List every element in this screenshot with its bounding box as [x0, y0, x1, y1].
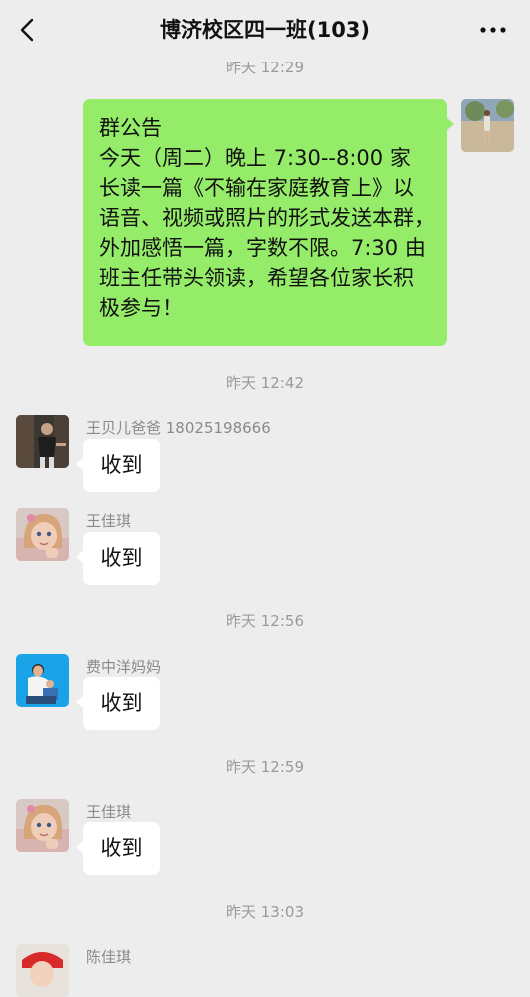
sender-name: 王佳琪 [86, 803, 132, 821]
notice-line: 语音、视频或照片的形式发送本群， [99, 206, 435, 230]
timestamp: 昨天 13:03 [226, 903, 304, 921]
timestamp: 昨天 12:56 [226, 612, 304, 630]
avatar[interactable] [16, 415, 69, 468]
group-notice-bubble[interactable]: 群公告 今天（周二）晚上 7:30--8:00 家 长读一篇《不输在家庭教育上》… [83, 99, 454, 346]
chat-area[interactable]: 昨天 12:29 群公告 今天（周二）晚上 7:30--8:00 家 长读一篇《… [0, 0, 530, 997]
my-avatar[interactable] [461, 99, 514, 152]
sender-name: 王佳琪 [86, 512, 132, 530]
notice-line: 极参与！ [99, 296, 183, 320]
avatar[interactable] [16, 508, 69, 561]
sender-name: 王贝儿爸爸 18025198666 [86, 419, 271, 437]
sender-name: 陈佳琪 [86, 948, 132, 966]
more-dots-icon [480, 27, 506, 33]
notice-line: 班主任带头领读，希望各位家长积 [99, 266, 414, 290]
notice-line: 外加感悟一篇，字数不限。7:30 由 [99, 236, 426, 260]
message-bubble[interactable]: 收到 [76, 532, 160, 585]
timestamp: 昨天 12:59 [226, 758, 304, 776]
chat-title: 博济校区四一班(103) [159, 18, 371, 42]
message-bubble[interactable]: 收到 [76, 439, 160, 492]
avatar[interactable] [16, 799, 69, 852]
avatar[interactable] [16, 654, 69, 707]
notice-line: 群公告 [99, 116, 162, 140]
nav-bar: 博济校区四一班(103) [0, 0, 530, 62]
timestamp: 昨天 12:42 [226, 374, 304, 392]
message-bubble[interactable]: 收到 [76, 822, 160, 875]
more-button[interactable] [478, 16, 508, 44]
notice-line: 今天（周二）晚上 7:30--8:00 家 [99, 146, 411, 170]
message-bubble[interactable]: 收到 [76, 677, 160, 730]
notice-line: 长读一篇《不输在家庭教育上》以 [99, 176, 414, 200]
sender-name: 费中洋妈妈 [86, 658, 162, 676]
avatar[interactable] [16, 944, 69, 997]
